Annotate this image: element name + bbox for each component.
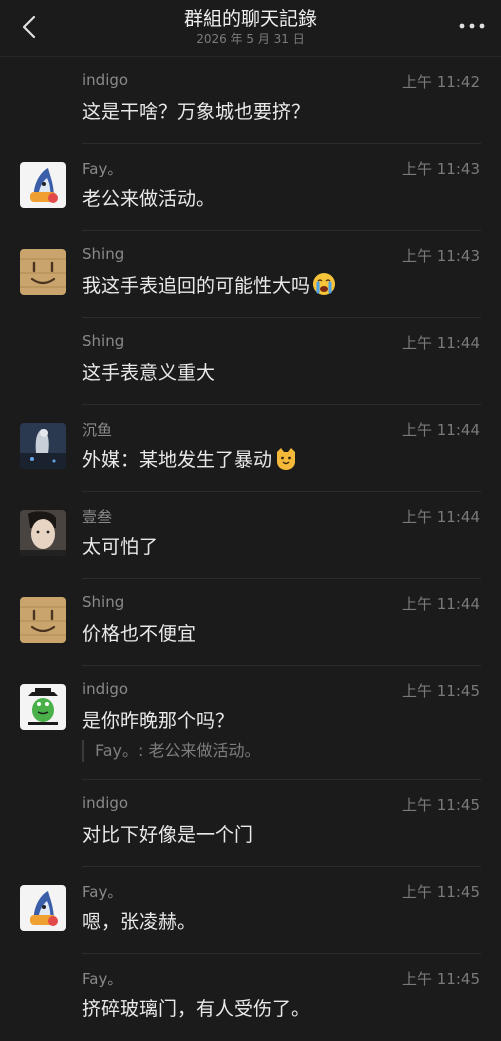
more-button[interactable]: [457, 14, 487, 38]
message-item[interactable]: Shing 上午 11:44 价格也不便宜: [0, 579, 501, 666]
sender-name: Shing: [82, 332, 125, 350]
message-item[interactable]: indigo 上午 11:45 是你昨晚那个吗？ Fay。: 老公来做活动。: [0, 666, 501, 780]
message-item[interactable]: Fay。 上午 11:45 嗯，张凌赫。: [0, 867, 501, 954]
message-item[interactable]: 壹叁 上午 11:44 太可怕了: [0, 492, 501, 579]
page-title: 群組的聊天記錄: [183, 8, 317, 30]
wood-face-avatar[interactable]: [20, 597, 66, 643]
sender-name: indigo: [82, 71, 129, 89]
shark-avatar[interactable]: [20, 885, 66, 931]
message-time: 上午 11:45: [402, 796, 480, 814]
sender-name: 沉鱼: [82, 421, 113, 439]
message-time: 上午 11:45: [402, 883, 480, 901]
message-item[interactable]: Shing 上午 11:43 我这手表追回的可能性大吗: [0, 231, 501, 318]
sender-name: indigo: [82, 680, 129, 698]
page-date: 2026 年 5 月 31 日: [196, 32, 305, 46]
message-item[interactable]: 沉鱼 上午 11:44 外媒：某地发生了暴动: [0, 405, 501, 492]
quoted-reply[interactable]: Fay。: 老公来做活动。: [82, 740, 261, 762]
message-text: 老公来做活动。: [82, 188, 216, 210]
message-item[interactable]: Fay。 上午 11:43 老公来做活动。: [0, 144, 501, 231]
message-text: 对比下好像是一个门: [82, 824, 254, 846]
frog-avatar[interactable]: [20, 684, 66, 730]
cat-face-emoji: [274, 446, 298, 470]
message-time: 上午 11:44: [402, 334, 480, 352]
sender-name: Shing: [82, 245, 125, 263]
sender-name: Shing: [82, 593, 125, 611]
message-item[interactable]: indigo 上午 11:45 对比下好像是一个门: [0, 780, 501, 867]
message-text: 价格也不便宜: [82, 623, 197, 645]
message-time: 上午 11:44: [402, 508, 480, 526]
sender-name: Fay。: [82, 160, 123, 178]
message-text: 嗯，张凌赫。: [82, 911, 197, 933]
message-text: 挤碎玻璃门，有人受伤了。: [82, 998, 311, 1020]
crying-face-emoji: [312, 272, 336, 296]
message-time: 上午 11:43: [402, 160, 480, 178]
message-time: 上午 11:43: [402, 247, 480, 265]
message-time: 上午 11:45: [402, 682, 480, 700]
message-time: 上午 11:42: [402, 73, 480, 91]
shark-avatar[interactable]: [20, 162, 66, 208]
message-item[interactable]: Shing 上午 11:44 这手表意义重大: [0, 318, 501, 405]
person-avatar[interactable]: [20, 510, 66, 556]
message-item[interactable]: indigo 上午 11:42 这是干啥？万象城也要挤？: [0, 57, 501, 144]
sender-name: indigo: [82, 794, 129, 812]
wood-face-avatar[interactable]: [20, 249, 66, 295]
message-time: 上午 11:45: [402, 970, 480, 988]
message-text: 这手表意义重大: [82, 362, 216, 384]
message-item[interactable]: Fay。 上午 11:45 挤碎玻璃门，有人受伤了。: [0, 954, 501, 1041]
message-text: 太可怕了: [82, 536, 159, 558]
message-time: 上午 11:44: [402, 595, 480, 613]
message-time: 上午 11:44: [402, 421, 480, 439]
sender-name: Fay。: [82, 883, 123, 901]
message-text: 是你昨晚那个吗？: [82, 710, 235, 732]
message-text: 这是干啥？万象城也要挤？: [82, 101, 311, 123]
message-text: 外媒：某地发生了暴动: [82, 445, 298, 472]
figure-avatar[interactable]: [20, 423, 66, 469]
header-bar: 群組的聊天記錄 2026 年 5 月 31 日: [0, 0, 501, 57]
sender-name: Fay。: [82, 970, 123, 988]
message-text: 我这手表追回的可能性大吗: [82, 271, 336, 298]
more-icon: [459, 23, 485, 29]
sender-name: 壹叁: [82, 508, 113, 526]
message-list[interactable]: indigo 上午 11:42 这是干啥？万象城也要挤？ Fay。 上午 11:…: [0, 57, 501, 1041]
